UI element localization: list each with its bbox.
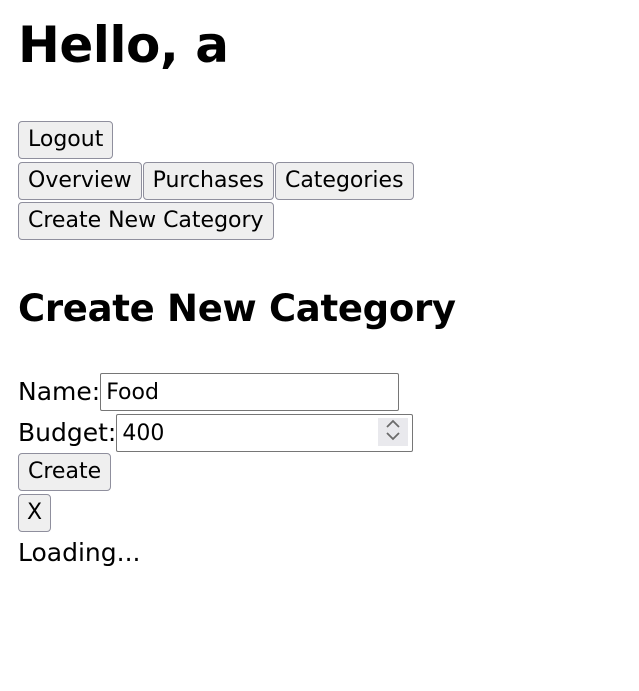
create-row: Create xyxy=(18,453,112,491)
main-nav: Overview Purchases Categories xyxy=(18,162,414,200)
loading-status: Loading... xyxy=(18,538,141,567)
logout-button[interactable]: Logout xyxy=(18,121,114,159)
sub-nav: Create New Category xyxy=(18,202,274,240)
nav-purchases-button[interactable]: Purchases xyxy=(142,162,274,200)
budget-number-field xyxy=(116,414,414,452)
budget-stepper[interactable] xyxy=(378,418,409,446)
budget-label: Budget: xyxy=(18,418,117,447)
name-input[interactable] xyxy=(100,373,400,411)
create-button[interactable]: Create xyxy=(18,453,112,491)
account-bar: Logout xyxy=(18,121,114,159)
budget-input[interactable] xyxy=(116,414,414,452)
name-label: Name: xyxy=(18,377,101,406)
form-title: Create New Category xyxy=(18,287,456,330)
create-new-category-button[interactable]: Create New Category xyxy=(18,202,274,240)
chevron-up-icon[interactable] xyxy=(386,419,400,432)
greeting-heading: Hello, a xyxy=(18,16,229,74)
close-row: X xyxy=(18,494,52,532)
nav-overview-button[interactable]: Overview xyxy=(18,162,142,200)
nav-categories-button[interactable]: Categories xyxy=(274,162,414,200)
name-field-row: Name: xyxy=(18,373,400,411)
close-button[interactable]: X xyxy=(18,494,52,532)
budget-field-row: Budget: xyxy=(18,414,414,452)
chevron-down-icon[interactable] xyxy=(386,432,400,445)
